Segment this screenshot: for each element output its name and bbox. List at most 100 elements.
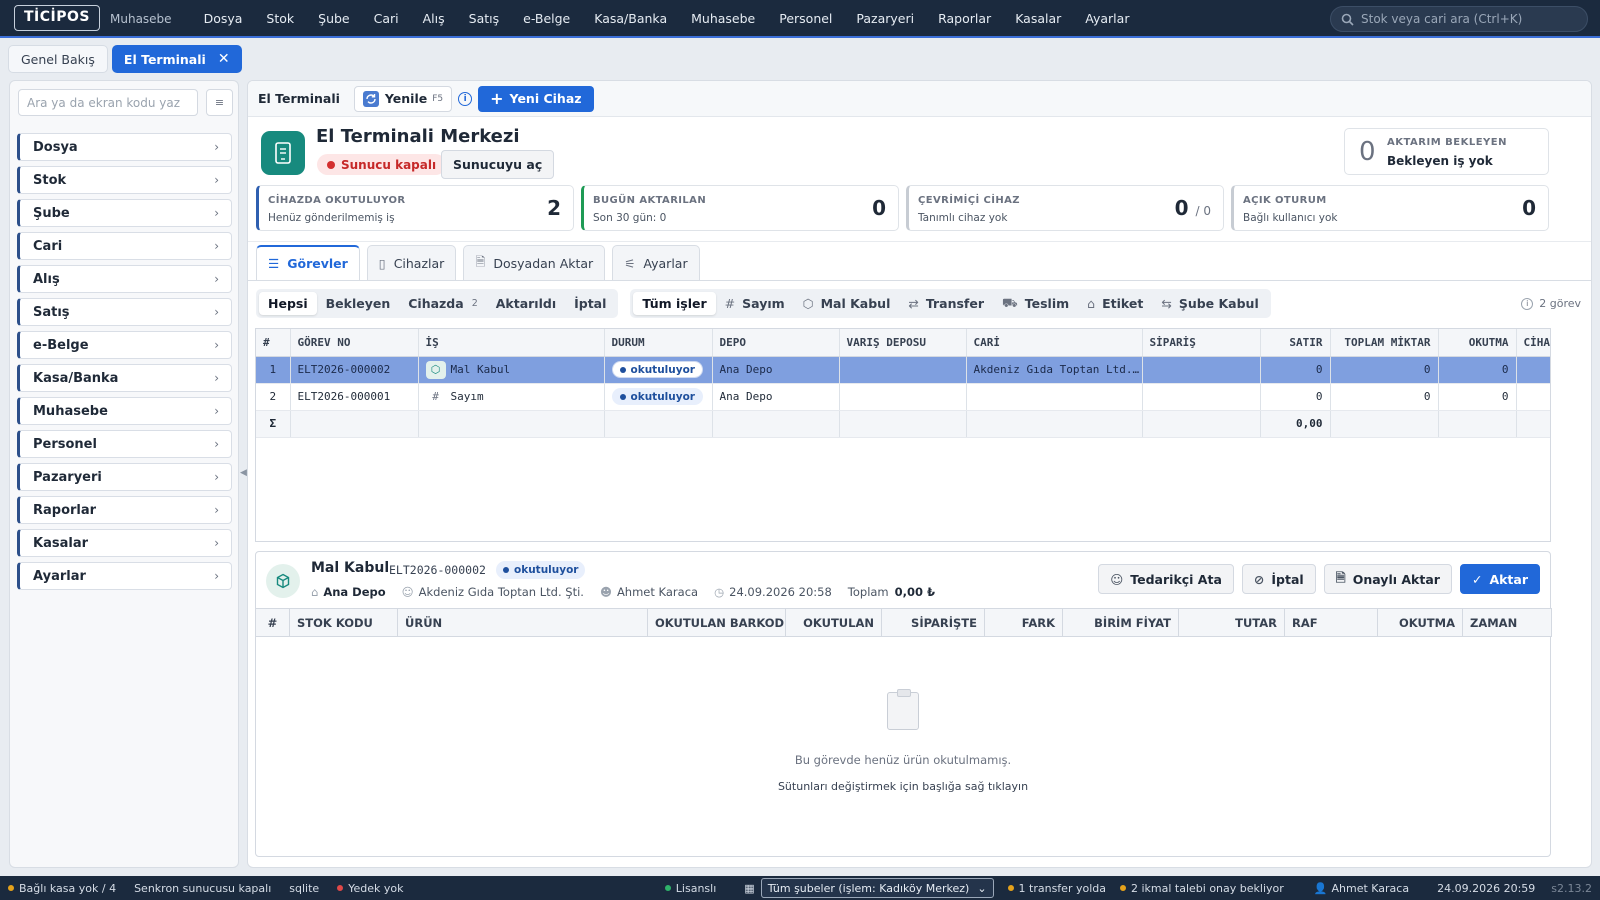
sidebar-item-alis[interactable]: Alış ›: [17, 265, 232, 293]
sidebar-item-satis[interactable]: Satış ›: [17, 298, 232, 326]
filter-bekleyen[interactable]: Bekleyen: [317, 292, 400, 315]
line-count: 0: [1260, 356, 1331, 384]
column-header[interactable]: ZAMAN: [1462, 608, 1552, 637]
column-header[interactable]: CARİ: [966, 329, 1143, 357]
sidebar-item-cari[interactable]: Cari ›: [17, 232, 232, 260]
column-header[interactable]: SATIR: [1260, 329, 1331, 357]
menu-alis[interactable]: Alış: [411, 11, 457, 26]
menu-raporlar[interactable]: Raporlar: [926, 11, 1003, 26]
sidebar-item-stok[interactable]: Stok ›: [17, 166, 232, 194]
filter-iptal[interactable]: İptal: [565, 292, 615, 315]
tab-cihazlar[interactable]: ▯ Cihazlar: [366, 245, 457, 280]
column-header[interactable]: İŞ: [418, 329, 605, 357]
column-header[interactable]: OKUTMA: [1438, 329, 1517, 357]
column-header[interactable]: FARK: [984, 608, 1063, 637]
column-header[interactable]: #: [255, 608, 290, 637]
menu-ebelge[interactable]: e-Belge: [511, 11, 582, 26]
transfer-button[interactable]: ✓ Aktar: [1459, 564, 1540, 594]
menu-cari[interactable]: Cari: [362, 11, 411, 26]
global-search-input[interactable]: Stok veya cari ara (Ctrl+K): [1330, 6, 1588, 32]
column-header[interactable]: #: [256, 329, 291, 357]
filter-cihazda[interactable]: Cihazda 2: [399, 292, 487, 315]
user-status[interactable]: 👤 Ahmet Karaca: [1314, 882, 1409, 895]
column-header[interactable]: DURUM: [604, 329, 713, 357]
sidebar-item-muhasebe[interactable]: Muhasebe ›: [17, 397, 232, 425]
menu-kasa-banka[interactable]: Kasa/Banka: [582, 11, 679, 26]
filter-tum-isler[interactable]: Tüm işler: [633, 292, 716, 315]
filter-transfer[interactable]: ⇄ Transfer: [899, 292, 993, 315]
sidebar-search-input[interactable]: Ara ya da ekran kodu yaz: [18, 89, 198, 116]
new-device-button[interactable]: + Yeni Cihaz: [478, 85, 594, 112]
tab-el-terminali[interactable]: El Terminali ✕: [111, 45, 242, 73]
sync-status[interactable]: Senkron sunucusu kapalı: [134, 882, 271, 895]
approved-transfer-button[interactable]: 🗎 Onaylı Aktar: [1323, 564, 1452, 594]
backup-status[interactable]: Yedek yok: [337, 882, 403, 895]
column-header[interactable]: OKUTULAN BARKOD: [647, 608, 786, 637]
sidebar-item-kasa-banka[interactable]: Kasa/Banka ›: [17, 364, 232, 392]
sidebar-item-ayarlar[interactable]: Ayarlar ›: [17, 562, 232, 590]
sidebar-item-dosya[interactable]: Dosya ›: [17, 133, 232, 161]
menu-satis[interactable]: Satış: [457, 11, 511, 26]
tab-ayarlar[interactable]: ⚟ Ayarlar: [612, 245, 700, 280]
app-logo[interactable]: TİCİPOS: [14, 5, 100, 31]
sidebar-item-ebelge[interactable]: e-Belge ›: [17, 331, 232, 359]
filter-etiket[interactable]: ⌂ Etiket: [1078, 292, 1152, 315]
column-header[interactable]: OKUTULAN: [785, 608, 882, 637]
menu-personel[interactable]: Personel: [767, 11, 844, 26]
filter-aktarildi[interactable]: Aktarıldı: [487, 292, 565, 315]
tab-genel-bakis[interactable]: Genel Bakış: [8, 45, 108, 73]
sidebar-collapse-handle[interactable]: ◀: [240, 468, 247, 478]
column-header[interactable]: SİPARİŞTE: [881, 608, 985, 637]
sidebar-item-kasalar[interactable]: Kasalar ›: [17, 529, 232, 557]
close-icon[interactable]: ✕: [218, 51, 230, 67]
column-header[interactable]: GÖREV NO: [290, 329, 419, 357]
column-header[interactable]: SİPARİŞ: [1142, 329, 1261, 357]
cancel-button[interactable]: ⊘ İptal: [1241, 564, 1316, 594]
table-row[interactable]: 1 ELT2026-000002 ⬡ Mal Kabul okutuluyor A…: [256, 356, 1550, 384]
menu-muhasebe[interactable]: Muhasebe: [679, 11, 767, 26]
tab-gorevler[interactable]: ☰ Görevler: [256, 245, 360, 280]
request-status[interactable]: 2 ikmal talebi onay bekliyor: [1119, 882, 1284, 895]
license-status[interactable]: Lisanslı: [664, 882, 716, 895]
sidebar-item-sube[interactable]: Şube ›: [17, 199, 232, 227]
column-header[interactable]: BİRİM FİYAT: [1062, 608, 1179, 637]
menu-kasalar[interactable]: Kasalar: [1003, 11, 1073, 26]
filter-sayim[interactable]: # Sayım: [716, 292, 794, 315]
transfer-status[interactable]: 1 transfer yolda: [1007, 882, 1106, 895]
tab-label: Cihazlar: [393, 255, 445, 271]
info-icon[interactable]: i: [458, 91, 473, 106]
branch-select[interactable]: Tüm şubeler (işlem: Kadıköy Merkez) ⌄: [760, 878, 994, 898]
task-detail-panel: Mal Kabul ELT2026-000002 okutuluyor ⌂ Ana…: [255, 551, 1552, 857]
menu-dosya[interactable]: Dosya: [192, 11, 255, 26]
column-header[interactable]: DEPO: [712, 329, 840, 357]
menu-ayarlar[interactable]: Ayarlar: [1073, 11, 1141, 26]
cash-status[interactable]: Bağlı kasa yok / 4: [8, 882, 116, 895]
open-server-button[interactable]: Sunucuyu aç: [441, 150, 555, 179]
sidebar-list-toggle-button[interactable]: ≡: [206, 89, 233, 116]
column-header[interactable]: TUTAR: [1178, 608, 1285, 637]
filter-teslim[interactable]: ⛟ Teslim: [993, 292, 1078, 315]
sidebar-item-personel[interactable]: Personel ›: [17, 430, 232, 458]
column-header[interactable]: STOK KODU: [289, 608, 398, 637]
tab-dosyadan-aktar[interactable]: 🗎 Dosyadan Aktar: [463, 245, 606, 280]
menu-sube[interactable]: Şube: [306, 11, 361, 26]
column-header[interactable]: VARIŞ DEPOSU: [839, 329, 967, 357]
grid-header-row: # GÖREV NO İŞ DURUM DEPO VARIŞ DEPOSU CA…: [256, 329, 1550, 357]
column-header[interactable]: RAF: [1284, 608, 1378, 637]
table-row[interactable]: 2 ELT2026-000001 # Sayım okutuluyor Ana D…: [256, 383, 1550, 411]
menu-pazaryeri[interactable]: Pazaryeri: [844, 11, 926, 26]
refresh-button[interactable]: Yenile F5: [353, 85, 453, 112]
assign-supplier-button[interactable]: ☺ Tedarikçi Ata: [1098, 564, 1234, 594]
filter-sube-kabul[interactable]: ⇆ Şube Kabul: [1152, 292, 1267, 315]
sidebar-item-raporlar[interactable]: Raporlar ›: [17, 496, 232, 524]
branch-selector[interactable]: ▦ Tüm şubeler (işlem: Kadıköy Merkez) ⌄: [744, 878, 994, 898]
column-header[interactable]: ÜRÜN: [397, 608, 648, 637]
filter-mal-kabul[interactable]: ⬡ Mal Kabul: [794, 292, 900, 315]
column-header[interactable]: OKUTMA: [1377, 608, 1463, 637]
column-header[interactable]: TOPLAM MİKTAR: [1330, 329, 1439, 357]
menu-stok[interactable]: Stok: [254, 11, 306, 26]
column-header[interactable]: CİHAZ: [1516, 329, 1550, 357]
filter-hepsi[interactable]: Hepsi: [259, 292, 317, 315]
sidebar-item-pazaryeri[interactable]: Pazaryeri ›: [17, 463, 232, 491]
type-filter-group: Tüm işler # Sayım ⬡ Mal Kabul ⇄ Transfer ⛟ T…: [630, 289, 1271, 318]
